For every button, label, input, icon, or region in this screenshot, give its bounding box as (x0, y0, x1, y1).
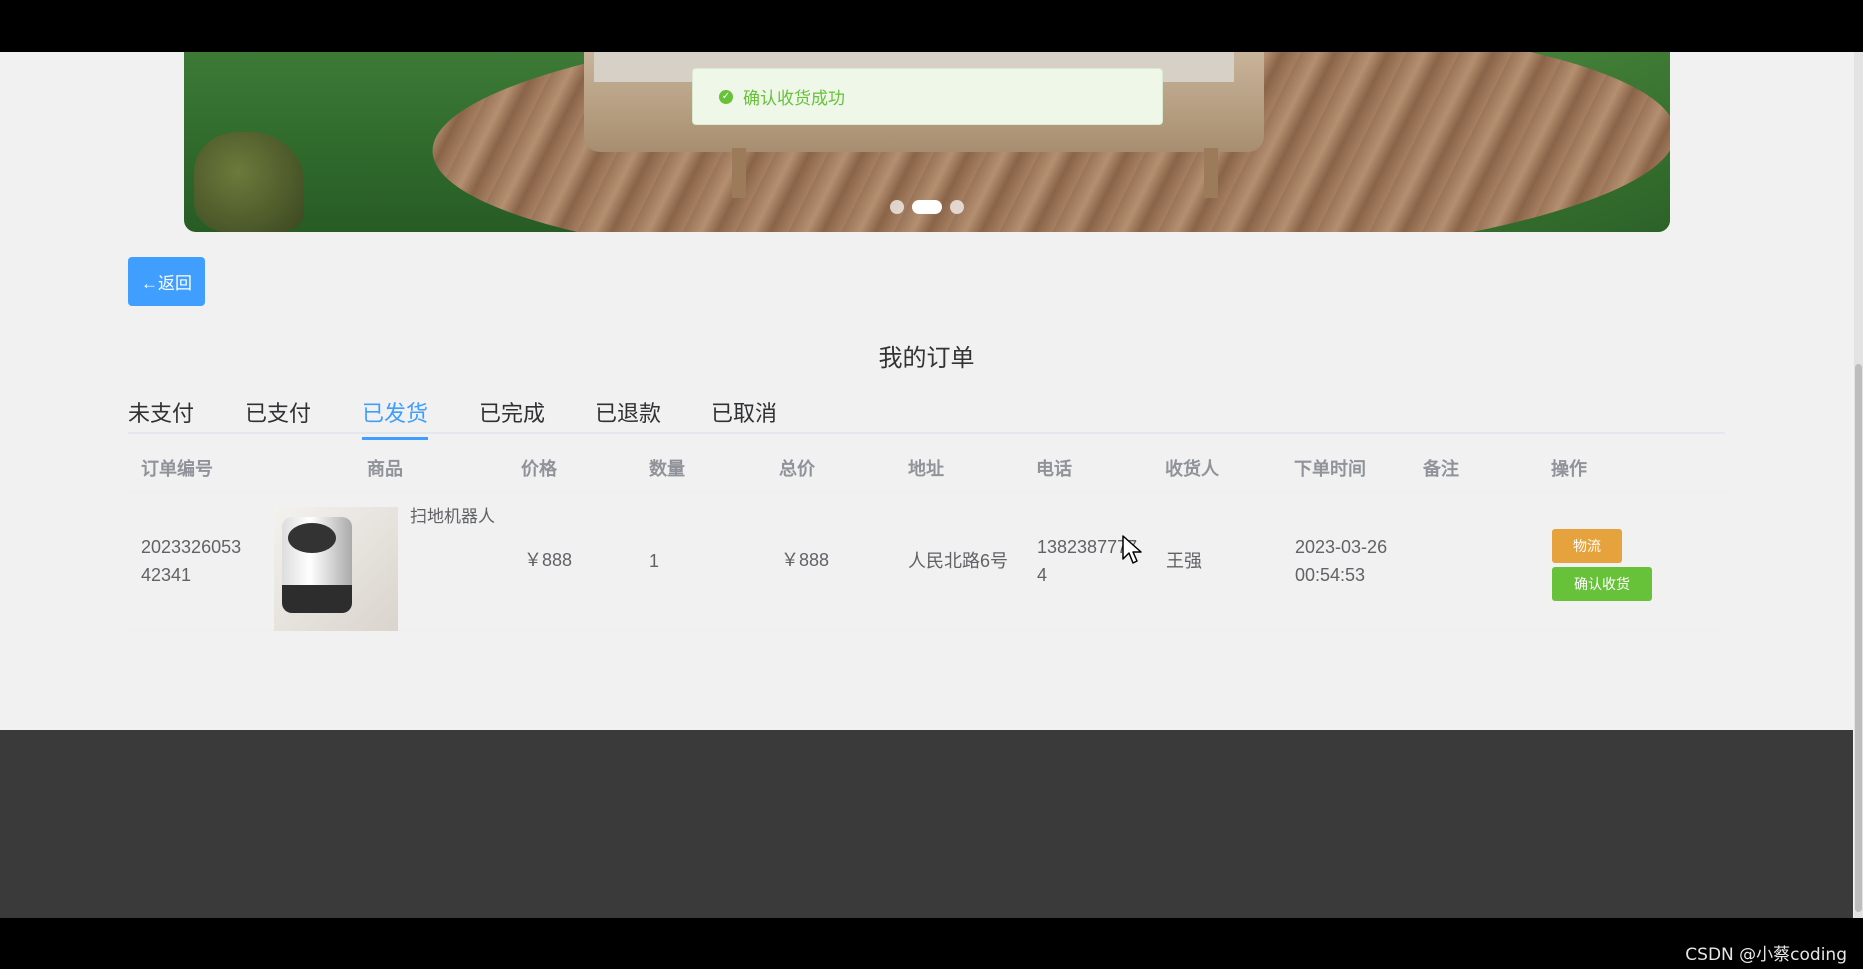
scrollbar[interactable] (1854, 52, 1863, 918)
watermark-text: CSDN @小蔡coding (1685, 945, 1847, 965)
column-header-phone: 电话 (1036, 459, 1072, 479)
column-header-actions: 操作 (1551, 459, 1587, 479)
column-header-order-no: 订单编号 (141, 459, 213, 479)
page-title: 我的订单 (878, 345, 975, 372)
check-circle-icon: ✓ (719, 89, 733, 104)
logistics-button[interactable]: 物流 (1552, 529, 1622, 563)
column-header-total: 总价 (779, 459, 815, 479)
success-toast: ✓ 确认收货成功 (692, 68, 1163, 125)
banner-rock (194, 132, 304, 232)
mouse-cursor-icon (1122, 535, 1142, 564)
table-row: 2023326053 42341 扫地机器人 ￥888 1 ￥888 人民北路6… (128, 493, 1725, 631)
toast-message: 确认收货成功 (743, 89, 845, 108)
column-header-order-time: 下单时间 (1294, 459, 1366, 479)
order-number: 2023326053 42341 (141, 533, 241, 589)
banner-bed-leg (1204, 148, 1218, 198)
phone-line: 4 (1037, 565, 1048, 585)
video-top-bar (0, 0, 1863, 52)
quantity: 1 (649, 551, 660, 571)
column-header-product: 商品 (367, 459, 403, 479)
back-button[interactable]: ←返回 (128, 257, 205, 306)
order-status-tabs: 未支付 已支付 已发货 已完成 已退款 已取消 (128, 386, 1725, 440)
order-date: 2023-03-26 (1295, 537, 1388, 557)
robot-top (288, 523, 336, 553)
column-header-note: 备注 (1423, 459, 1459, 479)
tab-shipped[interactable]: 已发货 (362, 396, 429, 440)
robot-band (282, 585, 352, 613)
scrollbar-thumb[interactable] (1855, 364, 1862, 912)
tab-unpaid[interactable]: 未支付 (128, 396, 194, 437)
order-number-line: 42341 (141, 565, 192, 585)
address: 人民北路6号 (908, 551, 1009, 571)
video-bottom-bar (0, 918, 1863, 969)
confirm-receipt-button[interactable]: 确认收货 (1552, 567, 1652, 601)
column-header-price: 价格 (521, 459, 557, 479)
receiver: 王强 (1166, 551, 1202, 571)
tab-completed[interactable]: 已完成 (479, 396, 545, 437)
carousel-dot[interactable] (950, 200, 964, 214)
order-time: 2023-03-26 00:54:53 (1295, 533, 1387, 589)
column-header-receiver: 收货人 (1165, 459, 1219, 479)
page-viewport: ✓ 确认收货成功 ←返回 我的订单 未支付 已支付 已发货 已完成 已退款 已取… (0, 52, 1863, 918)
order-clock: 00:54:53 (1295, 565, 1366, 585)
page-footer (0, 730, 1853, 918)
total-price: ￥888 (781, 550, 830, 570)
price: ￥888 (524, 550, 573, 570)
carousel-dot[interactable] (890, 200, 904, 214)
order-number-line: 2023326053 (141, 537, 242, 557)
column-header-address: 地址 (908, 459, 944, 479)
carousel-indicators (184, 200, 1670, 214)
tab-refunded[interactable]: 已退款 (595, 396, 661, 437)
tab-cancelled[interactable]: 已取消 (711, 396, 777, 437)
banner-bed-leg (732, 148, 746, 198)
carousel-dot-active[interactable] (912, 200, 942, 214)
column-header-quantity: 数量 (649, 459, 685, 479)
product-image[interactable] (274, 507, 398, 631)
product-name: 扫地机器人 (410, 507, 495, 526)
table-header: 订单编号 商品 价格 数量 总价 地址 电话 收货人 下单时间 备注 操作 (128, 436, 1725, 492)
tab-paid[interactable]: 已支付 (245, 396, 311, 437)
